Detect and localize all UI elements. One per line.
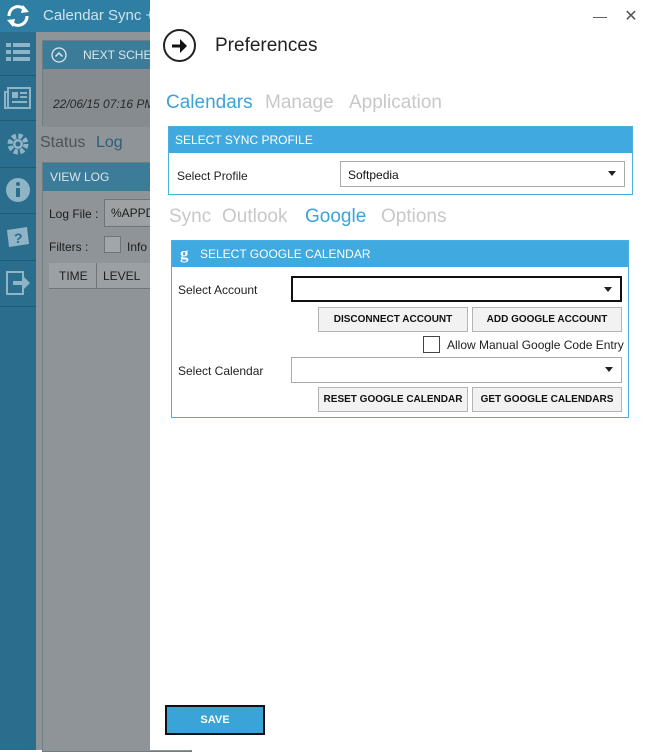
sidebar-divider [0, 167, 36, 168]
arrow-right-icon [172, 39, 187, 53]
sidebar-divider [0, 120, 36, 121]
tab-status[interactable]: Status [40, 134, 85, 152]
tab-manage[interactable]: Manage [265, 92, 334, 114]
sync-icon [4, 3, 32, 29]
list-icon[interactable] [3, 38, 33, 68]
app-title: Calendar Sync + [43, 7, 155, 24]
sidebar-divider [0, 306, 36, 307]
sync-profile-header: SELECT SYNC PROFILE [169, 127, 632, 153]
chevron-down-icon [604, 287, 612, 292]
add-google-account-button[interactable]: ADD GOOGLE ACCOUNT [472, 307, 622, 332]
profile-select[interactable]: Softpedia [340, 161, 625, 187]
tab-sync[interactable]: Sync [169, 206, 211, 228]
select-calendar-label: Select Calendar [178, 364, 264, 378]
column-header-time[interactable]: TIME [49, 263, 97, 289]
get-google-calendars-button[interactable]: GET GOOGLE CALENDARS [472, 387, 622, 412]
account-select[interactable] [291, 276, 622, 302]
save-button[interactable]: SAVE [165, 705, 265, 735]
minimize-button[interactable]: — [591, 8, 609, 26]
sidebar-divider [0, 75, 36, 76]
google-calendar-section: g SELECT GOOGLE CALENDAR Select Account … [171, 240, 629, 418]
preferences-panel: — ✕ Preferences Calendars Manage Applica… [150, 0, 650, 750]
log-file-label: Log File : [49, 207, 99, 221]
svg-text:g: g [180, 245, 189, 263]
newspaper-icon[interactable] [3, 83, 33, 113]
sidebar-divider [0, 213, 36, 214]
app-sidebar: ? [0, 32, 36, 750]
gear-icon[interactable] [3, 129, 33, 159]
sync-profile-title: SELECT SYNC PROFILE [175, 133, 313, 147]
tab-google[interactable]: Google [305, 206, 366, 228]
disconnect-account-button[interactable]: DISCONNECT ACCOUNT [318, 307, 468, 332]
google-calendar-title: SELECT GOOGLE CALENDAR [200, 247, 371, 261]
calendar-select[interactable] [291, 357, 622, 383]
tab-log[interactable]: Log [96, 134, 123, 152]
view-log-title: VIEW LOG [50, 170, 110, 184]
reset-google-calendar-button[interactable]: RESET GOOGLE CALENDAR [318, 387, 468, 412]
help-icon[interactable]: ? [3, 222, 33, 252]
google-calendar-header: g SELECT GOOGLE CALENDAR [172, 241, 628, 267]
select-profile-label: Select Profile [177, 169, 248, 183]
filter-info-label: Info [127, 240, 148, 254]
manual-code-checkbox[interactable] [423, 336, 440, 353]
chevron-up-icon[interactable] [51, 47, 67, 63]
sidebar-divider [0, 260, 36, 261]
google-icon: g [178, 244, 194, 263]
select-account-label: Select Account [178, 283, 258, 297]
sync-profile-section: SELECT SYNC PROFILE Select Profile Softp… [168, 126, 633, 195]
filter-info-checkbox[interactable] [104, 236, 121, 253]
page-title: Preferences [215, 35, 318, 56]
profile-select-value: Softpedia [348, 168, 399, 182]
log-file-value: %APPD [111, 206, 155, 220]
back-button[interactable] [163, 29, 196, 62]
chevron-down-icon [608, 171, 616, 176]
manual-code-label: Allow Manual Google Code Entry [447, 338, 624, 352]
tab-calendars[interactable]: Calendars [166, 92, 253, 114]
tab-application[interactable]: Application [349, 92, 442, 114]
exit-icon[interactable] [3, 268, 33, 298]
info-icon[interactable] [3, 175, 33, 205]
tab-options[interactable]: Options [381, 206, 446, 228]
next-schedule-date: 22/06/15 07:16 PM [53, 97, 155, 111]
chevron-down-icon [605, 367, 613, 372]
column-header-level[interactable]: LEVEL [103, 269, 140, 283]
svg-text:?: ? [14, 230, 23, 246]
close-button[interactable]: ✕ [622, 6, 640, 25]
tab-outlook[interactable]: Outlook [222, 206, 287, 228]
filters-label: Filters : [49, 240, 89, 254]
